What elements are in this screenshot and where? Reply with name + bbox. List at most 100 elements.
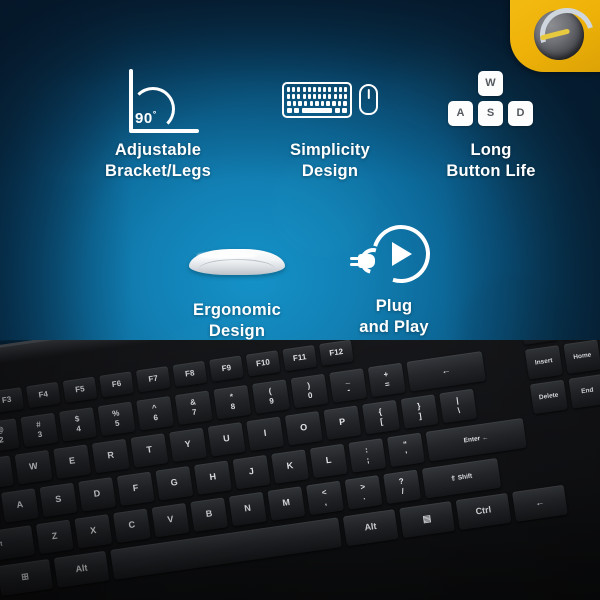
keyboard-nav-row: Insert Home: [524, 340, 600, 380]
keyboard-key: }]: [400, 394, 439, 429]
mouse-highlight: [197, 252, 257, 259]
keyboard-key: ^ 6: [136, 396, 175, 431]
keyboard-outline-icon: [282, 82, 352, 118]
keyboard-key: | \: [439, 388, 478, 424]
plug-pin: [350, 257, 359, 260]
product-banner: 90° Adjustable Bracket/Legs Simplicity D…: [0, 0, 600, 600]
keyboard-key: Shift: [0, 525, 36, 566]
keyboard-key: :;: [348, 438, 387, 473]
feature-icon-wrapper: W A S D: [400, 62, 582, 140]
keyboard-key: End: [568, 374, 600, 409]
keyboard-key: & 7: [174, 390, 213, 425]
keycap-a: A: [448, 101, 473, 126]
ergonomic-mouse-icon: [189, 239, 285, 283]
keyboard-key: F9: [209, 355, 244, 382]
feature-label: Long Button Life: [446, 141, 536, 181]
plug-head: [358, 254, 375, 268]
keyboard-key: Alt: [53, 550, 110, 588]
keyboard-key: (9: [251, 379, 290, 414]
keyboard-key: F3: [0, 387, 25, 414]
feature-icon-wrapper: 90°: [60, 62, 256, 140]
feature-long-button-life: W A S D Long Button Life: [400, 62, 582, 182]
feature-icon-wrapper: [152, 222, 322, 300]
keyboard-key: Y: [169, 427, 207, 463]
keyboard-key: $4: [58, 407, 97, 442]
keyboard-key: _ -: [329, 368, 368, 403]
keyboard-key: ⇧ Shift: [421, 457, 502, 499]
keyboard-key: F11: [282, 344, 318, 372]
keyboard-key: Enter ←: [425, 417, 527, 462]
feature-simplicity-design: Simplicity Design: [250, 62, 410, 182]
keyboard-key: I: [246, 416, 285, 452]
keyboard-icon-row: [287, 87, 347, 92]
keyboard-key: ⊞: [0, 558, 54, 597]
keyboard-key: S: [39, 482, 78, 518]
keyboard-key: N: [228, 491, 267, 527]
keyboard-icon-row: [287, 94, 347, 99]
keyboard-key: Delete: [529, 379, 568, 415]
keyboard-key: F4: [25, 381, 61, 409]
keyboard-key: X: [74, 514, 113, 549]
keyboard-key: Insert: [524, 345, 563, 380]
keyboard-key: C: [112, 508, 151, 544]
keyboard-icon-row: [287, 108, 347, 114]
wasd-keycaps-icon: W A S D: [439, 70, 543, 132]
keyboard-and-mouse-icon: [282, 78, 378, 124]
keyboard-key: G: [155, 465, 194, 501]
keyboard-key: @2: [0, 418, 20, 453]
keyboard-key: ▤: [399, 501, 455, 539]
keyboard-key: Home: [563, 340, 600, 375]
keyboard-key: #3: [20, 412, 59, 448]
keyboard-key: R: [91, 438, 130, 474]
keyboard-key: F6: [99, 371, 135, 398]
keyboard-key: F5: [62, 376, 98, 403]
keyboard-key: U: [207, 422, 246, 457]
angle-degree-label: 90°: [135, 109, 157, 127]
keycap-d: D: [508, 101, 533, 126]
keyboard-key: >.: [344, 475, 383, 510]
keyboard-key: A: [0, 488, 39, 523]
keyboard-key: * 8: [213, 384, 252, 420]
keyboard-key: F8: [172, 360, 208, 388]
keyboard-key: L: [309, 443, 348, 479]
keyboard-key: F: [116, 471, 155, 507]
keyboard-product-photo: F1F2F3F4F5F6F7F8F9F10F11F12 ~`!1@2#3$4%5…: [0, 340, 600, 600]
keyboard-key: Z: [35, 519, 74, 555]
keycap-s: S: [478, 101, 503, 126]
feature-icon-wrapper: [318, 214, 470, 296]
feature-adjustable-bracket: 90° Adjustable Bracket/Legs: [60, 62, 256, 182]
keyboard-key: K: [271, 449, 310, 484]
keyboard-key: M: [267, 486, 306, 521]
keyboard-key: H: [193, 460, 232, 495]
keyboard-deck: F1F2F3F4F5F6F7F8F9F10F11F12 ~`!1@2#3$4%5…: [0, 340, 600, 600]
keyboard-key: Q: [0, 455, 14, 491]
play-triangle-icon: [392, 242, 412, 266]
feature-label: Ergonomic Design: [193, 301, 281, 341]
keyboard-body: F1F2F3F4F5F6F7F8F9F10F11F12 ~`!1@2#3$4%5…: [0, 340, 600, 600]
plug-play-icon: [350, 214, 441, 294]
keyboard-key: F12: [318, 340, 354, 366]
feature-label: Simplicity Design: [290, 141, 370, 181]
keyboard-key: {[: [362, 399, 400, 435]
keyboard-key: D: [78, 477, 117, 512]
mouse-outline-icon: [359, 84, 378, 115]
keyboard-key: ? /: [383, 469, 422, 505]
keyboard-key: PrtScrSysRq: [519, 340, 558, 345]
keycap-w: W: [478, 71, 503, 96]
keyboard-key: F7: [135, 366, 171, 393]
feature-label: Adjustable Bracket/Legs: [104, 141, 212, 181]
keyboard-key: E: [53, 444, 92, 479]
keyboard-key: B: [190, 497, 229, 532]
keyboard-nav-cluster: PrtScrSysRqScrollLockInsertHomeDeleteEnd: [519, 340, 600, 415]
keyboard-key: T: [130, 433, 169, 468]
keyboard-key: V: [151, 502, 190, 538]
feature-plug-and-play: Plug and Play: [318, 214, 470, 338]
plug-pin: [350, 263, 359, 266]
feature-ergonomic-design: Ergonomic Design: [152, 222, 322, 342]
keyboard-key: <,: [305, 480, 344, 516]
keyboard-key: ←: [406, 351, 486, 392]
feature-label: Plug and Play: [359, 297, 429, 337]
keyboard-key: " ': [386, 432, 425, 468]
keyboard-key: F10: [245, 350, 281, 377]
keyboard-nav-row: Delete End: [529, 374, 600, 415]
